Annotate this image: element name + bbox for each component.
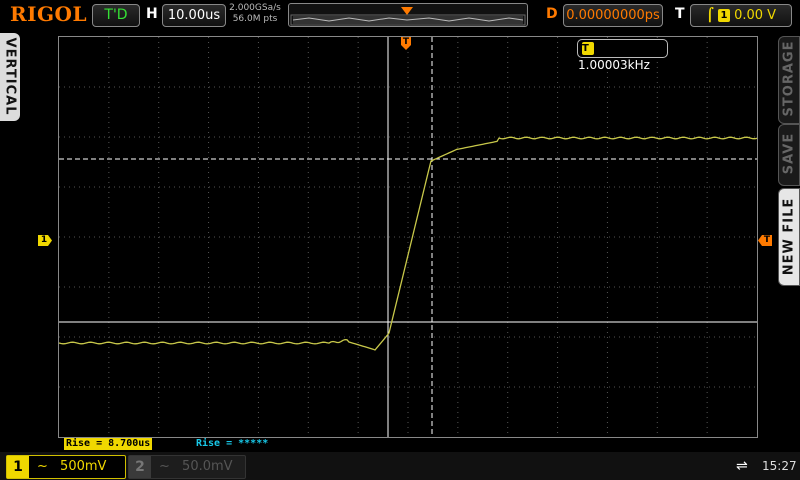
rising-edge-icon: ⌠ [705, 8, 714, 23]
horizontal-label: H [146, 6, 158, 22]
trigger-source-badge: 1 [717, 9, 730, 22]
new-file-tab-label: NEW FILE [781, 197, 797, 276]
sample-rate: 2.000GSa/s [229, 3, 281, 13]
trigger-position-marker[interactable]: T [401, 37, 411, 50]
channel1-scale: 500mV [60, 459, 107, 474]
new-file-tab[interactable]: NEW FILE [778, 188, 800, 286]
channel1-tab[interactable]: 1 ~ 500mV [6, 455, 126, 479]
channel1-number: 1 [7, 456, 29, 478]
ac-coupling-icon: ~ [37, 459, 48, 474]
rise-measurement-ch2: Rise = ***** [196, 438, 269, 449]
trigger-label: T [675, 6, 685, 22]
frequency-counter: T 1.00003kHz [577, 39, 668, 72]
top-bar: RIGOL T'D H 10.00us 2.000GSa/s 56.0M pts… [0, 0, 800, 30]
save-tab[interactable]: SAVE [778, 124, 800, 186]
brand-logo: RIGOL [10, 2, 88, 26]
clock-time: 15:27 [762, 459, 797, 473]
trigger-settings[interactable]: ⌠ 1 0.00 V [690, 4, 792, 27]
memory-waveform-bar[interactable] [288, 3, 528, 27]
channel1-trace [59, 136, 757, 351]
timebase-value[interactable]: 10.00us [162, 4, 226, 27]
ac-coupling-icon: ~ [159, 459, 170, 474]
usb-icon: ⇌ [736, 458, 748, 474]
rise-measurement-ch1: Rise = 8.700us [64, 438, 153, 450]
trigger-level-value: 0.00 V [734, 8, 777, 23]
trigger-level-marker[interactable]: T [758, 235, 772, 246]
channel2-scale: 50.0mV [182, 459, 233, 474]
delay-value[interactable]: 0.00000000ps [563, 4, 663, 27]
vertical-tab[interactable]: VERTICAL [0, 33, 20, 121]
vertical-tab-label: VERTICAL [2, 37, 18, 116]
acquisition-info: 2.000GSa/s 56.0M pts [229, 3, 281, 25]
run-state-button[interactable]: T'D [92, 4, 140, 27]
waveform-grid [59, 37, 757, 437]
trigger-position-icon [401, 7, 413, 15]
counter-badge: T [582, 42, 594, 55]
memory-overview [290, 7, 526, 26]
delay-label: D [546, 6, 558, 22]
counter-value: 1.00003kHz [578, 58, 650, 72]
waveform-display[interactable]: T T 1.00003kHz [58, 36, 758, 438]
ch1-level-marker[interactable]: 1 [38, 235, 52, 246]
channel2-tab[interactable]: 2 ~ 50.0mV [128, 455, 246, 479]
channel2-number: 2 [129, 456, 151, 478]
memory-depth: 56.0M pts [232, 14, 278, 24]
